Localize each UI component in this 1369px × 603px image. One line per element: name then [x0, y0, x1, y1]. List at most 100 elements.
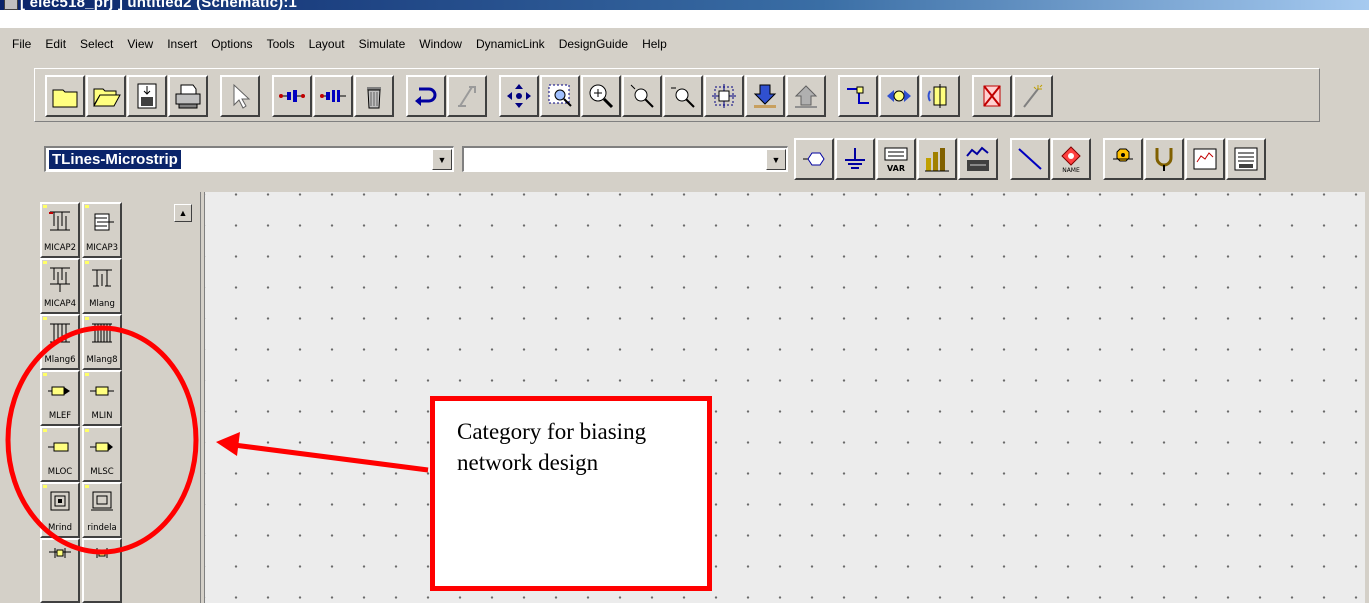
view-all-button[interactable]	[704, 75, 744, 117]
zoom-out-button[interactable]	[663, 75, 703, 117]
palette-item-mlang[interactable]: Mlang	[82, 258, 122, 314]
palette-item-mlang6[interactable]: Mlang6	[40, 314, 80, 370]
menu-select[interactable]: Select	[74, 35, 121, 53]
select-button[interactable]	[220, 75, 260, 117]
zoom-area-icon	[548, 84, 572, 107]
menu-file[interactable]: File	[6, 35, 39, 53]
pop-out-icon	[794, 85, 818, 108]
component-dropdown[interactable]: ▼	[462, 146, 788, 172]
undo-button[interactable]	[406, 75, 446, 117]
zoom-area-button[interactable]	[540, 75, 580, 117]
palette-item-micap2[interactable]: MICAP2	[40, 202, 80, 258]
lange-coupler-8-icon	[92, 323, 112, 343]
zoom-point-button[interactable]	[622, 75, 662, 117]
pan-button[interactable]	[499, 75, 539, 117]
component-icon	[49, 548, 71, 558]
simulate-button[interactable]	[917, 138, 957, 180]
rectangular-inductor-icon	[91, 491, 113, 511]
palette-item-mlin[interactable]: MLIN	[82, 370, 122, 426]
wire-label-button[interactable]: NAME	[1051, 138, 1091, 180]
probe-button[interactable]	[1144, 138, 1184, 180]
menu-dynamiclink[interactable]: DynamicLink	[470, 35, 553, 53]
palette-item-micap3[interactable]: MICAP3	[82, 202, 122, 258]
display-data-icon	[966, 146, 989, 171]
insert-ground-port-button[interactable]	[313, 75, 353, 117]
save-button[interactable]	[127, 75, 167, 117]
open-file-button[interactable]	[86, 75, 126, 117]
palette-label: Mrind	[48, 523, 72, 533]
capacitor-3port-icon	[94, 213, 114, 231]
title-bar: [ elec518_prj ] untitled2 (Schematic):1	[0, 0, 1369, 28]
menu-edit[interactable]: Edit	[39, 35, 74, 53]
menu-options[interactable]: Options	[205, 35, 260, 53]
new-schematic-icon	[52, 89, 78, 108]
palette-label: MLSC	[90, 467, 114, 477]
wire-button[interactable]	[838, 75, 878, 117]
display-data-button[interactable]	[958, 138, 998, 180]
menu-layout[interactable]: Layout	[303, 35, 353, 53]
data-file-button[interactable]	[1226, 138, 1266, 180]
palette-label: MLEF	[48, 411, 72, 421]
rotate-button[interactable]	[920, 75, 960, 117]
palette-label: Mlang	[89, 299, 115, 309]
port-button[interactable]	[794, 138, 834, 180]
palette-label: Mlang8	[86, 355, 118, 365]
component-history-button[interactable]	[1103, 138, 1143, 180]
print-button[interactable]	[168, 75, 208, 117]
palette-scroll-up-button[interactable]: ▲	[174, 204, 192, 222]
insert-port-icon	[279, 90, 305, 102]
menu-bar: File Edit Select View Insert Options Too…	[0, 32, 1369, 56]
library-selected-value: TLines-Microstrip	[49, 150, 181, 169]
menu-tools[interactable]: Tools	[261, 35, 303, 53]
palette-item-rindela[interactable]: rindela	[82, 482, 122, 538]
annotation-callout: Category for biasing network design	[430, 396, 712, 591]
library-dropdown[interactable]: TLines-Microstrip ▼	[44, 146, 454, 172]
var-equation-button[interactable]: VAR	[876, 138, 916, 180]
name-label: NAME	[1062, 167, 1080, 174]
insert-wire-button[interactable]	[1010, 138, 1050, 180]
mirror-button[interactable]	[879, 75, 919, 117]
annotation-text: Category for biasing network design	[457, 419, 647, 475]
zoom-in-button[interactable]	[581, 75, 621, 117]
tune-button[interactable]	[1013, 75, 1053, 117]
palette-label: Mlang6	[44, 355, 76, 365]
pop-out-button[interactable]	[786, 75, 826, 117]
menu-insert[interactable]: Insert	[161, 35, 205, 53]
palette-item-micap4[interactable]: MICAP4	[40, 258, 80, 314]
display-template-button[interactable]	[1185, 138, 1225, 180]
ground-button[interactable]	[835, 138, 875, 180]
schematic-canvas[interactable]	[204, 192, 1365, 603]
microstrip-line-icon	[90, 386, 114, 396]
new-schematic-button[interactable]	[45, 75, 85, 117]
view-all-icon	[712, 84, 736, 108]
menu-view[interactable]: View	[121, 35, 161, 53]
palette-item-next[interactable]	[40, 538, 80, 603]
redo-button[interactable]	[447, 75, 487, 117]
component-toolbar: TLines-Microstrip ▼ ▼ VAR NAME	[34, 134, 1334, 190]
mirror-icon	[887, 90, 911, 102]
palette-item-next-2[interactable]	[82, 538, 122, 603]
chevron-down-icon[interactable]: ▼	[766, 149, 786, 170]
menu-simulate[interactable]: Simulate	[353, 35, 414, 53]
palette-item-mlang8[interactable]: Mlang8	[82, 314, 122, 370]
push-into-icon	[753, 84, 777, 108]
palette-item-mlsc[interactable]: MLSC	[82, 426, 122, 482]
app-icon	[4, 0, 18, 10]
menu-window[interactable]: Window	[413, 35, 470, 53]
delete-button[interactable]	[354, 75, 394, 117]
palette-item-mrind[interactable]: Mrind	[40, 482, 80, 538]
var-equation-icon: VAR	[884, 147, 908, 173]
menu-designguide[interactable]: DesignGuide	[553, 35, 636, 53]
push-into-button[interactable]	[745, 75, 785, 117]
palette-item-mloc[interactable]: MLOC	[40, 426, 80, 482]
palette-item-mlef[interactable]: MLEF	[40, 370, 80, 426]
insert-port-button[interactable]	[272, 75, 312, 117]
palette-label: rindela	[87, 523, 117, 533]
component-icon	[91, 548, 113, 558]
data-file-icon	[1234, 147, 1258, 171]
menu-help[interactable]: Help	[636, 35, 675, 53]
pan-icon	[507, 84, 531, 108]
spiral-inductor-icon	[50, 491, 70, 511]
deactivate-button[interactable]	[972, 75, 1012, 117]
chevron-down-icon[interactable]: ▼	[432, 149, 452, 170]
